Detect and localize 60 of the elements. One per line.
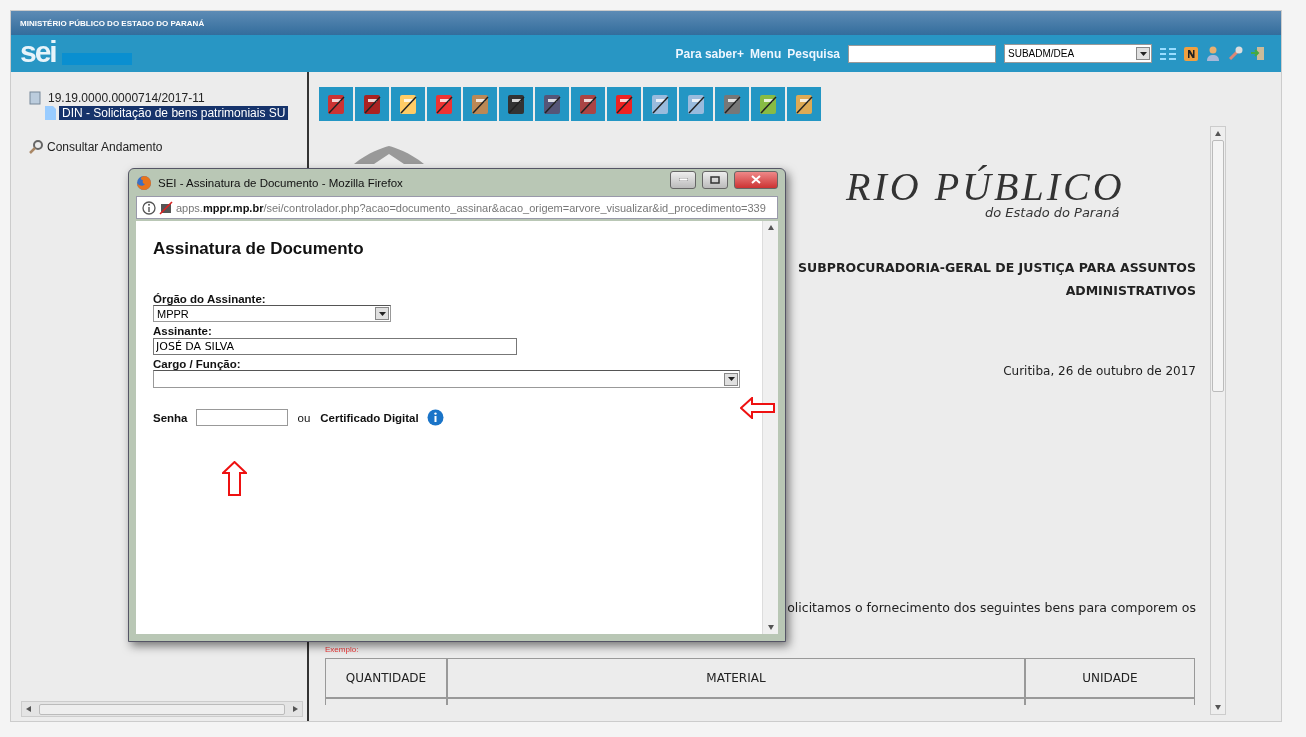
- document-icon: [45, 105, 56, 120]
- organ-select[interactable]: MPPR: [153, 305, 391, 322]
- table-header: UNIDADE: [1025, 658, 1195, 698]
- document-date: Curitiba, 26 de outubro de 2017: [1003, 364, 1196, 378]
- scroll-up-icon[interactable]: [1215, 131, 1221, 136]
- signer-field[interactable]: JOSÉ DA SILVA: [153, 338, 517, 355]
- window-title: SEI - Assinatura de Documento - Mozilla Firefox: [158, 176, 403, 189]
- minimize-icon: [678, 178, 688, 181]
- table-header: QUANTIDADE: [325, 658, 447, 698]
- scroll-down-icon[interactable]: [767, 625, 774, 630]
- form-heading: Assinatura de Documento: [153, 239, 365, 259]
- field-label: Senha: [153, 411, 188, 424]
- tree-item[interactable]: DIN - Solicitação de bens patrimoniais SU: [59, 105, 289, 120]
- emblem-icon: [354, 146, 424, 164]
- caret-icon: [727, 377, 735, 381]
- info-icon: [142, 200, 156, 215]
- consult-link[interactable]: Consultar Andamento: [47, 140, 163, 154]
- scroll-down-icon[interactable]: [1215, 705, 1221, 710]
- sei-logo: sei: [20, 36, 56, 67]
- scroll-left-icon[interactable]: [26, 706, 31, 712]
- horizontal-scrollbar[interactable]: [21, 701, 303, 717]
- address-bar[interactable]: apps.mppr.mp.br/sei/controlador.php?acao=documento_assinar&acao_origem=arvore_visualizar&id_procedimento=339: [136, 196, 778, 219]
- info-icon[interactable]: [426, 409, 444, 426]
- table-header: MATERIAL: [447, 658, 1025, 698]
- password-field[interactable]: [195, 409, 288, 426]
- tree-item[interactable]: 19.19.0000.0000714/2017-11: [45, 90, 208, 105]
- example-label: Exemplo:: [325, 645, 359, 654]
- left-arrow-icon: [740, 397, 775, 419]
- search-field[interactable]: [848, 44, 996, 63]
- document-paragraph: olicitamos o fornecimento dos seguintes bens para comporem os: [787, 600, 1196, 615]
- blocked-content-icon: [159, 200, 173, 215]
- field-label: Assinante:: [153, 325, 213, 337]
- unit-select[interactable]: SUBADM/DEA: [1004, 44, 1152, 63]
- close-button[interactable]: [734, 170, 778, 189]
- maximize-icon: [710, 175, 720, 184]
- n-badge-icon[interactable]: [1184, 46, 1198, 61]
- vertical-scrollbar[interactable]: [762, 221, 778, 634]
- vertical-scrollbar[interactable]: [1210, 126, 1226, 715]
- document-heading: ADMINISTRATIVOS: [1064, 282, 1196, 300]
- or-text: ou: [297, 411, 311, 424]
- up-arrow-icon: [222, 461, 247, 496]
- logo-caption-block: [61, 52, 132, 65]
- minimize-button[interactable]: [670, 170, 696, 189]
- caret-icon: [378, 311, 386, 316]
- maximize-button[interactable]: [702, 170, 728, 189]
- wrench-icon[interactable]: [1228, 46, 1243, 61]
- folder-icon: [29, 90, 42, 105]
- field-label: Cargo / Função:: [153, 358, 242, 370]
- field-label: Órgão do Assinante:: [153, 293, 267, 305]
- scroll-right-icon[interactable]: [293, 706, 298, 712]
- scroll-up-icon[interactable]: [767, 225, 774, 230]
- firefox-icon: [136, 174, 152, 191]
- search-icon: [29, 140, 43, 154]
- certificate-link[interactable]: Certificado Digital: [320, 411, 419, 424]
- close-icon: [751, 175, 761, 184]
- organization-name: MINISTÉRIO PÚBLICO DO ESTADO DO PARANÁ: [20, 18, 205, 28]
- role-select[interactable]: [153, 370, 740, 388]
- document-subtitle: do Estado do Paraná: [985, 205, 1121, 220]
- caret-icon: [1139, 51, 1147, 56]
- document-heading: SUBPROCURADORIA-GERAL DE JUSTIÇA PARA ASSUNTOS: [798, 259, 1196, 277]
